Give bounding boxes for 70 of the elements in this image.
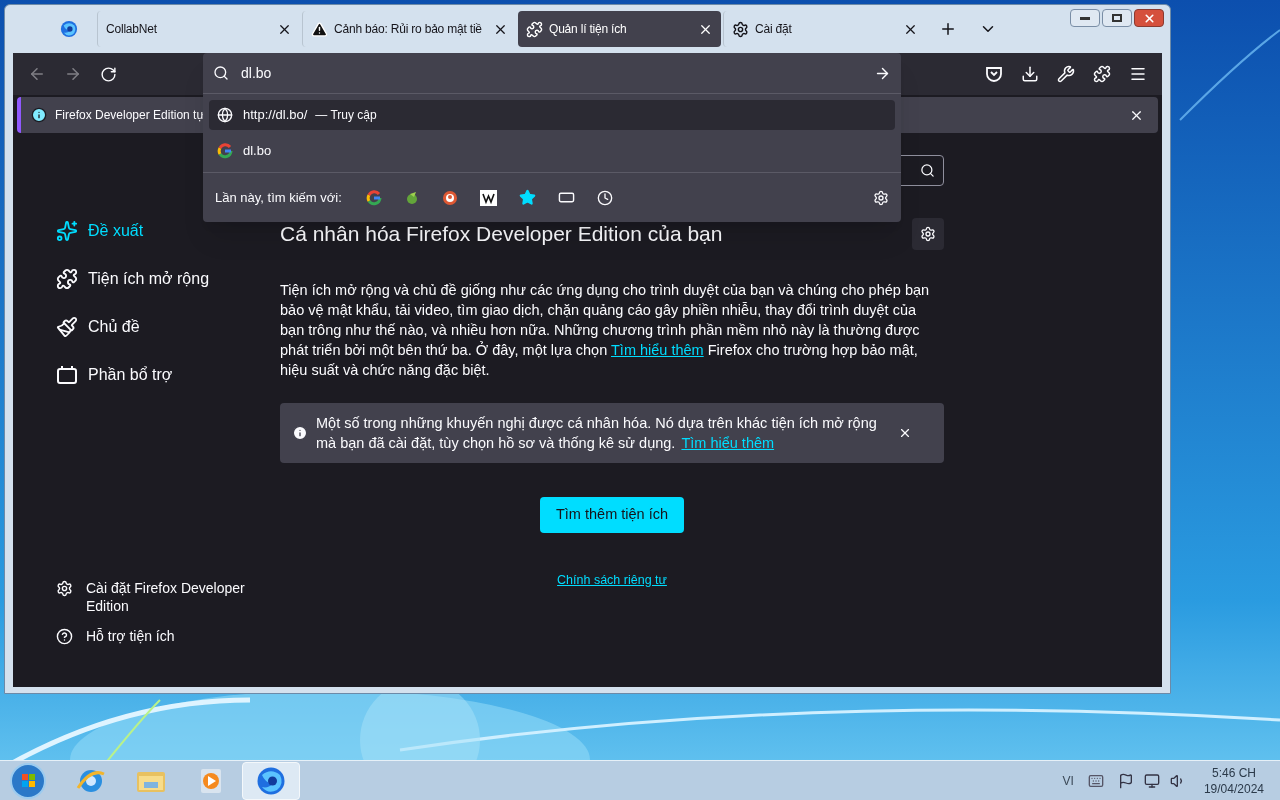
firefox-icon: [256, 765, 286, 796]
firefox-icon: [59, 20, 78, 38]
gear-icon[interactable]: [873, 189, 889, 206]
language-indicator[interactable]: VI: [1062, 771, 1074, 790]
sidebar-item[interactable]: Đề xuất: [56, 219, 276, 243]
close-icon[interactable]: [898, 426, 912, 440]
download-icon[interactable]: [1021, 65, 1039, 83]
start-button[interactable]: [10, 762, 46, 799]
sidebar-link[interactable]: Hỗ trợ tiện ích: [56, 627, 256, 645]
learn-more-link[interactable]: Tìm hiểu thêm: [681, 435, 775, 451]
maximize-button[interactable]: [1102, 9, 1132, 27]
sparkle-icon: [56, 220, 78, 242]
network-icon[interactable]: [1143, 772, 1160, 789]
google-icon[interactable]: [217, 143, 233, 159]
warning-icon: [311, 20, 328, 38]
info-message: Một số trong những khuyến nghị được cá nhân hóa. Nó dựa trên khác tiện ích mở rộng mà bạn đã cài đặt, tùy chọn hồ sơ và thống kê sử dụng. Tìm hiểu thêm: [316, 414, 878, 453]
wrench-icon[interactable]: [1057, 65, 1075, 83]
sidebar-item[interactable]: Tiện ích mở rộng: [56, 267, 276, 291]
star-icon[interactable]: [518, 189, 536, 206]
new-tab-icon[interactable]: [939, 20, 957, 38]
find-more-button[interactable]: Tìm thêm tiện ích: [540, 497, 684, 533]
description-paragraph: Tiện ích mở rộng và chủ đề giống như các ứng dụng cho trình duyệt của bạn và chúng cho phép bạn bảo vệ mật khẩu, tải video, tìm giao dịch, chặn quảng cáo gây phiền nhiễu, thay đổi trình duyệt của bạn trông như thế nào, và nhiều hơn nữa. Những chương trình phần mềm nhỏ này là thường được phát triển bởi một bên thứ ba. Ở đây, một lựa chọn Tìm hiểu thêm Firefox cho trường hợp bảo mật, hiệu suất và chức năng đặc biệt.: [280, 281, 931, 380]
page-heading: Cá nhân hóa Firefox Developer Edition của bạn: [280, 221, 723, 248]
info-icon: [31, 107, 47, 123]
pocket-icon[interactable]: [985, 65, 1003, 83]
address-field[interactable]: dl.bo: [203, 53, 901, 94]
duck-icon[interactable]: [441, 189, 458, 206]
flag-icon[interactable]: [1117, 772, 1134, 789]
wiki-icon[interactable]: [479, 189, 497, 206]
gear-icon: [732, 20, 749, 38]
gear-icon: [56, 580, 73, 597]
browser-tab[interactable]: Quản lí tiện ích: [518, 11, 721, 47]
tab-title: Quản lí tiện ích: [549, 21, 628, 38]
paintbrush-icon: [56, 316, 78, 338]
menu-icon[interactable]: [1129, 65, 1147, 83]
browser-tab[interactable]: Cảnh báo: Rủi ro bảo mật tiề: [302, 11, 516, 47]
history-icon[interactable]: [596, 189, 613, 206]
puzzle-icon: [56, 268, 78, 290]
browser-tab[interactable]: Cài đặt: [723, 11, 926, 47]
puzzle-icon: [526, 20, 543, 38]
puzzle-icon[interactable]: [1093, 65, 1111, 83]
sidebar-item[interactable]: Chủ đề: [56, 315, 276, 339]
settings-button[interactable]: [912, 218, 944, 250]
tab-title: Cài đặt: [755, 21, 793, 38]
taskbar-app[interactable]: [242, 761, 300, 800]
search-icon: [213, 65, 229, 81]
reload-icon[interactable]: [100, 65, 117, 83]
sidebar-item[interactable]: Phần bổ trợ: [56, 363, 276, 387]
plugin-icon: [56, 364, 78, 386]
search-icon: [920, 163, 935, 178]
sidebar-link[interactable]: Cài đặt Firefox Developer Edition: [56, 579, 256, 615]
minimize-button[interactable]: [1070, 9, 1100, 27]
gear-icon: [920, 226, 936, 242]
suggestion-row[interactable]: http://dl.bo/ — Truy cập: [209, 100, 895, 130]
info-icon: [292, 425, 308, 441]
close-button[interactable]: [1134, 9, 1164, 27]
privacy-link[interactable]: Chính sách riêng tư: [557, 571, 667, 590]
tab-title: CollabNet: [106, 21, 158, 38]
google-icon[interactable]: [365, 189, 382, 206]
browser-tab[interactable]: CollabNet: [97, 11, 300, 47]
keyboard-icon[interactable]: [1087, 772, 1104, 789]
search-with-label: Lần này, tìm kiếm với:: [215, 188, 342, 207]
help-icon: [56, 628, 73, 645]
tab-title: Cảnh báo: Rủi ro bảo mật tiề: [334, 21, 483, 38]
address-text: dl.bo: [241, 63, 272, 83]
learn-more-link[interactable]: Tìm hiểu thêm: [611, 342, 704, 358]
suggestion-row[interactable]: dl.bo: [209, 136, 895, 166]
clock[interactable]: 5:46 CH 19/04/2024: [1203, 764, 1264, 797]
globe-icon: [217, 107, 233, 123]
close-icon: [1142, 11, 1156, 25]
